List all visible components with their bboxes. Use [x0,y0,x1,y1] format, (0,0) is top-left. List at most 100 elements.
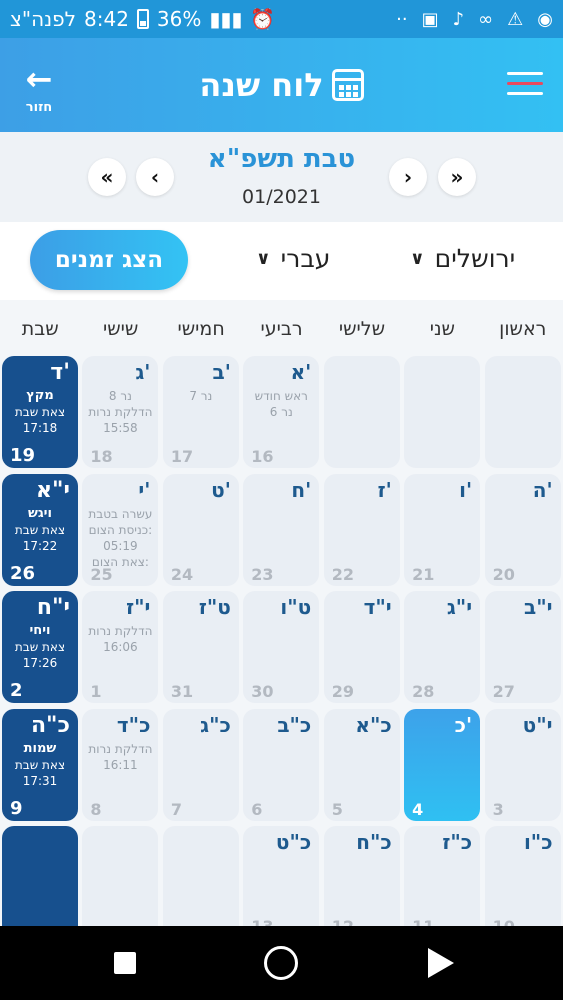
next-month-button[interactable]: › [389,158,427,196]
calendar-day[interactable]: י"ז הדלקת נרות 16:06 1 [82,591,159,703]
calendar-day[interactable]: ח' 23 [243,473,320,586]
day-note-line: נר 6 [269,405,293,419]
calendar-type-dropdown[interactable]: ∨ עברי [256,244,330,273]
day-note-line: צאת שבת [14,757,66,772]
parasha-name: שמות [23,740,57,756]
hebrew-date: י"ג [446,595,473,619]
chevron-down-icon: ∨ [256,248,271,269]
next-year-button[interactable]: » [438,158,476,196]
hebrew-date: כ"ו [523,830,553,854]
page-title-text: לוח שנה [199,66,324,104]
calendar-day-shabbat[interactable]: ד' מקץ צאת שבת 17:18 19 [1,356,78,468]
calendar-day[interactable]: ו' 21 [404,473,481,586]
calendar-day[interactable]: י' עשרה בטבת כניסת הצום: 05:19 צאת הצום: 25 [82,473,159,586]
gregorian-date: 24 [170,564,194,584]
calendar-day[interactable]: כ"א 5 [323,708,400,821]
calendar-day-shabbat[interactable]: כ"ה שמות צאת שבת 17:31 9 [1,708,78,821]
parasha-name: ויגש [28,505,52,521]
hebrew-date: כ"ה [30,712,70,738]
square-icon[interactable] [114,952,136,974]
day-notes: הדלקת נרות 16:11 [84,741,156,773]
voicemail-icon: ∞ [478,8,494,30]
day-note-line: נר 8 [108,389,132,403]
day-note-line: הדלקת נרות [88,624,153,638]
gregorian-date: 28 [412,682,435,701]
weekday-label: חמישי [177,318,225,340]
weekday-label: ראשון [499,318,547,340]
calendar-day[interactable]: ה' 20 [484,473,561,586]
triangle-icon[interactable] [428,948,454,978]
hebrew-date: ב' [212,360,231,384]
calendar-day-empty [82,826,159,926]
day-notes: נר 7 [165,388,237,404]
calendar-day[interactable]: כ"ט 13 [243,826,320,926]
gregorian-date: 19 [9,445,36,466]
day-notes: הדלקת נרות 16:06 [84,623,156,655]
calendar-day[interactable]: י"ב 27 [484,591,561,703]
location-dropdown[interactable]: ∨ ירושלים [410,244,515,273]
month-navigator: « ‹ טבת תשפ"א 01/2021 › » [0,132,563,222]
hebrew-date: ח' [291,477,312,502]
calendar-day[interactable]: כ' 4 [404,708,481,821]
calendar-day[interactable]: כ"ז 11 [404,826,481,926]
weekday-label: רביעי [260,318,303,340]
day-note-line: כניסת הצום: [88,522,153,537]
gregorian-date: 22 [331,564,354,584]
calendar-day-empty [323,356,400,468]
calendar-grid: א' ראש חודש נר 6 16 ב' נר 7 17 ג' נר 8 הדלקת נרות… [0,356,563,926]
calendar-day[interactable]: א' ראש חודש נר 6 16 [243,356,320,468]
calendar-day[interactable]: ז' 22 [323,473,400,586]
day-notes: ויגש צאת שבת 17:22 [4,506,76,554]
chevron-down-icon: ∨ [410,248,425,269]
gregorian-date: 2 [9,680,23,701]
circle-icon[interactable] [264,946,298,980]
day-note-line: ראש חודש [254,389,308,403]
hebrew-date: ט' [211,477,231,502]
calendar-day[interactable]: כ"ב 6 [243,708,320,821]
calendar-day[interactable]: ב' נר 7 17 [162,356,239,468]
gregorian-date: 8 [90,799,102,819]
day-note-line: צאת שבת [14,405,66,419]
day-notes: שמות צאת שבת 17:31 [4,741,76,789]
app-header: ← חזור לוח שנה [0,38,563,132]
day-note-line: 16:11 [103,757,138,772]
day-note-line: 17:22 [22,538,58,553]
parasha-name: מקץ [26,388,54,403]
hamburger-icon[interactable] [507,72,543,96]
calendar-day[interactable]: כ"ו 10 [484,826,561,926]
calendar-day[interactable]: י"ד 29 [323,591,400,703]
hebrew-date: ט"ו [280,595,312,619]
gregorian-month-subtitle: 01/2021 [242,186,321,208]
gregorian-date: 25 [90,564,113,584]
hebrew-date: ט"ז [198,595,231,619]
calendar-day-shabbat[interactable]: י"א ויגש צאת שבת 17:22 26 [1,473,78,586]
gregorian-date: 17 [170,447,194,466]
calendar-type-value: עברי [280,244,331,273]
calendar-day[interactable]: כ"ג 7 [162,708,239,821]
calendar-day[interactable]: כ"ח 12 [323,826,400,926]
gregorian-date: 27 [492,682,515,701]
hebrew-date: כ"ד [116,712,151,737]
gregorian-date: 29 [331,682,354,701]
calendar-day-shabbat[interactable]: י"ח ויחי צאת שבת 17:26 2 [1,591,78,703]
gregorian-date: 3 [492,799,504,819]
gregorian-date: 6 [251,799,263,819]
hebrew-date: כ"א [355,712,392,737]
gregorian-date: 7 [170,799,182,819]
calendar-day[interactable]: ט"ז 31 [162,591,239,703]
hebrew-date: א' [290,360,312,384]
bell-icon: ♪ [452,8,465,30]
calendar-day[interactable]: י"ט 3 [484,708,561,821]
calendar-day[interactable]: ט' 24 [162,473,239,586]
battery-icon [136,9,149,29]
hebrew-date: ו' [459,477,473,502]
weekday-label: שבת [21,318,59,340]
calendar-day[interactable]: ט"ו 30 [243,591,320,703]
calendar-day-empty [484,356,561,468]
calendar-day[interactable]: י"ג 28 [404,591,481,703]
show-times-button[interactable]: הצג זמנים [30,230,188,290]
calendar-day[interactable]: ג' נר 8 הדלקת נרות 15:58 18 [82,356,159,468]
calendar-day-empty [404,356,481,468]
gregorian-date: 16 [251,447,274,466]
calendar-day[interactable]: כ"ד הדלקת נרות 16:11 8 [82,708,159,821]
